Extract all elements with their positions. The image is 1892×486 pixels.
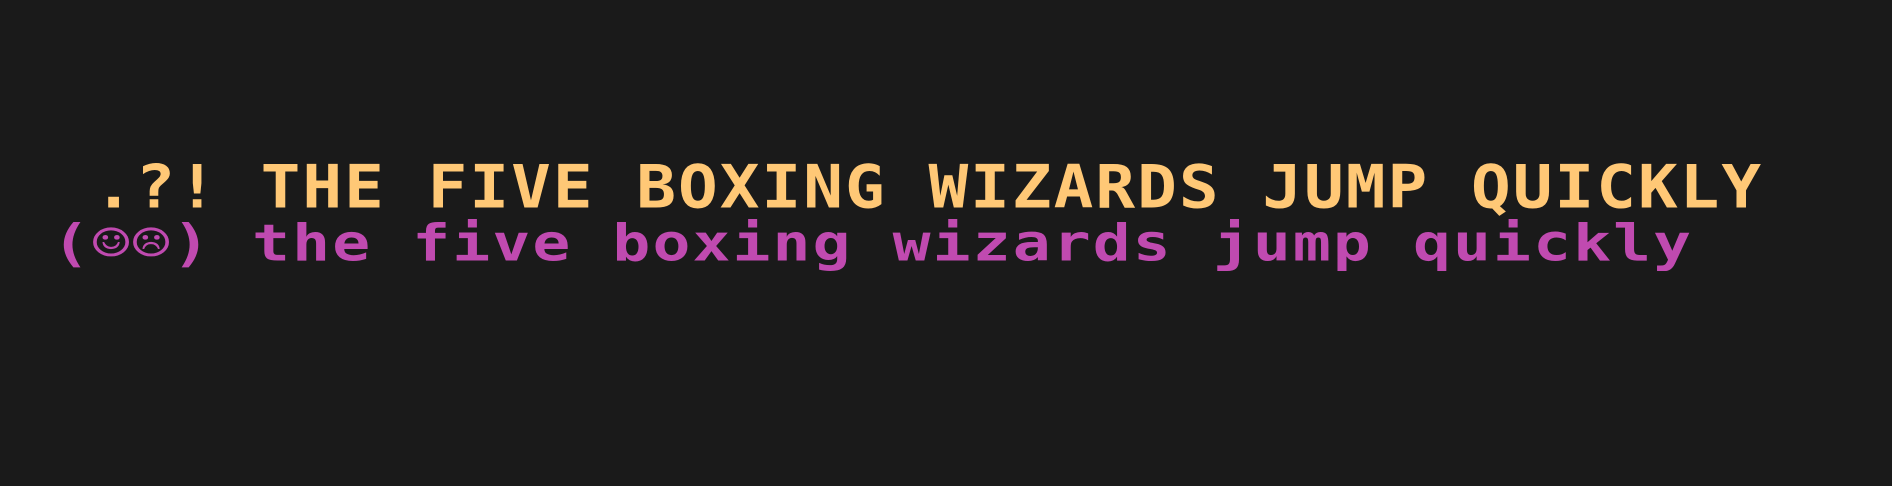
font-preview-canvas: .?! THE FIVE BOXING WIZARDS JUMP QUICKLY… [0,0,1892,486]
lowercase-sample-line: (☺☹) the five boxing wizards jump quickl… [52,213,1694,274]
uppercase-sample-line: .?! THE FIVE BOXING WIZARDS JUMP QUICKLY [52,152,1764,222]
